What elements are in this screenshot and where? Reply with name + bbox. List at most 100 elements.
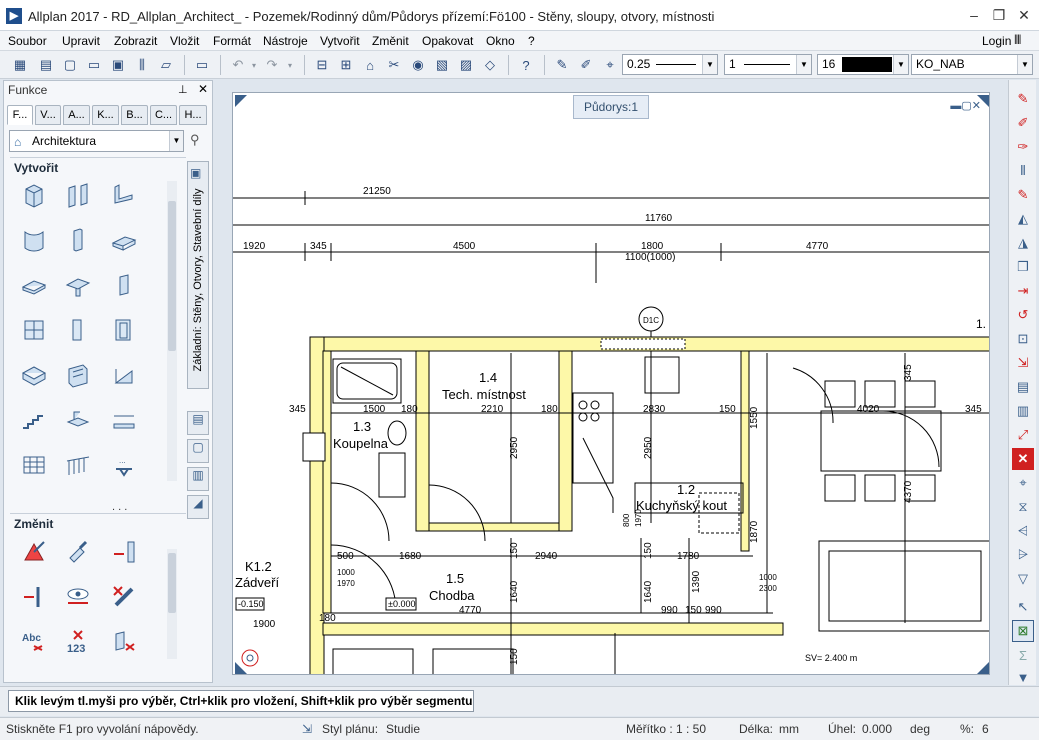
wall-tool-icon[interactable] [18, 179, 50, 211]
allplan-app-icon[interactable]: ▶ [6, 8, 22, 24]
split-tool-icon[interactable] [18, 581, 50, 613]
plane-tool-icon[interactable] [108, 404, 140, 436]
delete-x-icon[interactable]: ✕ [1012, 448, 1034, 470]
project-icon[interactable]: ▦ [10, 55, 30, 75]
drawing-canvas[interactable]: 21250 11760 1920 345 4500 1800 1100(1000… [232, 92, 990, 675]
tools-icon[interactable]: ✂ [384, 55, 404, 75]
menu-soubor[interactable]: Soubor [8, 34, 47, 48]
mirror-copy-icon[interactable]: ◭ [1012, 208, 1034, 230]
number-123-tool-icon[interactable]: 123 [62, 626, 94, 658]
curved-wall-tool-icon[interactable] [18, 224, 50, 256]
tab-a[interactable]: A... [63, 105, 90, 125]
tab-h[interactable]: H... [179, 105, 207, 125]
menu-format[interactable]: Formát [213, 34, 251, 48]
menu-opakovat[interactable]: Opakovat [422, 34, 473, 48]
copy-icon[interactable]: ❐ [1012, 256, 1034, 278]
column-tool-icon[interactable] [62, 224, 94, 256]
tab-functions[interactable]: F... [7, 105, 33, 125]
tab-c[interactable]: C... [150, 105, 177, 125]
angle-unit[interactable]: deg [910, 722, 930, 736]
menu-vlozit[interactable]: Vložit [170, 34, 199, 48]
tab-v[interactable]: V... [35, 105, 61, 125]
filter-pen-icon[interactable]: ⩥ [1012, 544, 1034, 566]
side-tab-roof-icon[interactable]: ◢ [187, 495, 209, 519]
tab-b[interactable]: B... [121, 105, 148, 125]
layout-icon[interactable]: ▭ [192, 55, 212, 75]
delete-icon[interactable]: ✐ [1012, 112, 1034, 134]
help-icon[interactable]: ? [516, 55, 536, 75]
landing-tool-icon[interactable] [62, 404, 94, 436]
format-edit-icon[interactable]: ✐ [576, 55, 596, 75]
redo-dropdown-icon[interactable]: ▾ [280, 55, 300, 75]
corner-wall-tool-icon[interactable] [108, 179, 140, 211]
close-button[interactable]: ✕ [1012, 4, 1036, 26]
pillar-tool-icon[interactable] [108, 269, 140, 301]
select-arrow-icon[interactable]: ↖ [1012, 596, 1034, 618]
search-icon[interactable]: ⚲ [190, 132, 200, 148]
vertical-tab-basic[interactable]: ▣ Základní: Stěny, Otvory, Stavební díly [187, 161, 209, 389]
measure-icon[interactable]: ⊟ [312, 55, 332, 75]
downstand-beam-tool-icon[interactable] [62, 269, 94, 301]
door-tool-icon[interactable] [62, 314, 94, 346]
menu-upravit[interactable]: Upravit [62, 34, 100, 48]
view-tab-label[interactable]: Půdorys:1 [573, 95, 649, 119]
stair-tool-icon[interactable] [18, 404, 50, 436]
login-link[interactable]: Login [982, 34, 1011, 48]
modify-format-tool-icon[interactable] [18, 536, 50, 568]
create-scroll-thumb[interactable] [168, 201, 176, 351]
slab-tool-icon[interactable] [18, 269, 50, 301]
line-type-combo[interactable]: 1 ▼ [724, 54, 812, 75]
modify-distance-icon[interactable]: ⤢ [1012, 424, 1034, 446]
menu-vytvorit[interactable]: Vytvořit [320, 34, 360, 48]
railing-tool-icon[interactable] [62, 449, 94, 481]
pin-icon[interactable]: ⊥ [178, 83, 188, 96]
pipette-icon[interactable]: ⌖ [1012, 472, 1034, 494]
plot-icon[interactable]: ⫼ [132, 55, 152, 75]
layers-icon[interactable]: ▨ [456, 55, 476, 75]
mirror-axis-icon[interactable]: ◮ [1012, 232, 1034, 254]
text-abc-tool-icon[interactable]: Abc [18, 626, 50, 658]
category-combo[interactable]: ⌂ Architektura ▼ [9, 130, 184, 152]
menu-okno[interactable]: Okno [486, 34, 515, 48]
rotate-icon[interactable]: ↺ [1012, 304, 1034, 326]
funnel-icon[interactable]: ▼ [1012, 666, 1034, 688]
copy-element-tool-icon[interactable] [108, 626, 140, 658]
viewer-icon[interactable]: ◉ [408, 55, 428, 75]
window-tool-icon[interactable] [18, 314, 50, 346]
split-icon[interactable]: ⫴ [1012, 160, 1034, 182]
room-tool-icon[interactable] [18, 359, 50, 391]
length-unit[interactable]: mm [779, 722, 799, 736]
niche-tool-icon[interactable] [108, 314, 140, 346]
modify-scroll-thumb[interactable] [168, 553, 176, 613]
beam-tool-icon[interactable] [108, 224, 140, 256]
layer-combo[interactable]: KO_NAB ▼ [911, 54, 1033, 75]
distort-icon[interactable]: ▤ [1012, 376, 1034, 398]
selection-mode-icon[interactable]: ⊠ [1012, 620, 1034, 642]
sum-icon[interactable]: Σ [1012, 644, 1034, 666]
minimize-button[interactable]: – [962, 4, 986, 26]
tab-k[interactable]: K... [92, 105, 119, 125]
redo-icon[interactable]: ↷ [262, 55, 282, 75]
side-tab-components-icon[interactable]: ▥ [187, 467, 209, 491]
pen-thickness-combo[interactable]: 0.25 ▼ [622, 54, 718, 75]
format-painter-icon[interactable]: ✎ [552, 55, 572, 75]
dimension-icon[interactable]: ⊞ [336, 55, 356, 75]
view-eye-tool-icon[interactable] [62, 581, 94, 613]
undo-dropdown-icon[interactable]: ▾ [244, 55, 264, 75]
height-tool-icon[interactable] [108, 536, 140, 568]
elevation-marker-tool-icon[interactable]: ... [108, 449, 140, 481]
open-files-icon[interactable]: ▤ [36, 55, 56, 75]
brush-tool-icon[interactable] [62, 536, 94, 568]
transform-icon[interactable]: ▥ [1012, 400, 1034, 422]
filter-assistant-icon[interactable]: ⧖ [1012, 496, 1034, 518]
filter-layer-icon[interactable]: ⩤ [1012, 520, 1034, 542]
restore-button[interactable]: ❐ [987, 4, 1011, 26]
move-icon[interactable]: ⇥ [1012, 280, 1034, 302]
menu-zobrazit[interactable]: Zobrazit [114, 34, 157, 48]
stretch-icon[interactable]: ⇲ [1012, 352, 1034, 374]
mirror-icon[interactable]: ✎ [1012, 184, 1034, 206]
palette-icon[interactable]: ▧ [432, 55, 452, 75]
open-icon[interactable]: ▭ [84, 55, 104, 75]
plan-style-value[interactable]: Studie [386, 722, 420, 736]
new-file-icon[interactable]: ▢ [60, 55, 80, 75]
